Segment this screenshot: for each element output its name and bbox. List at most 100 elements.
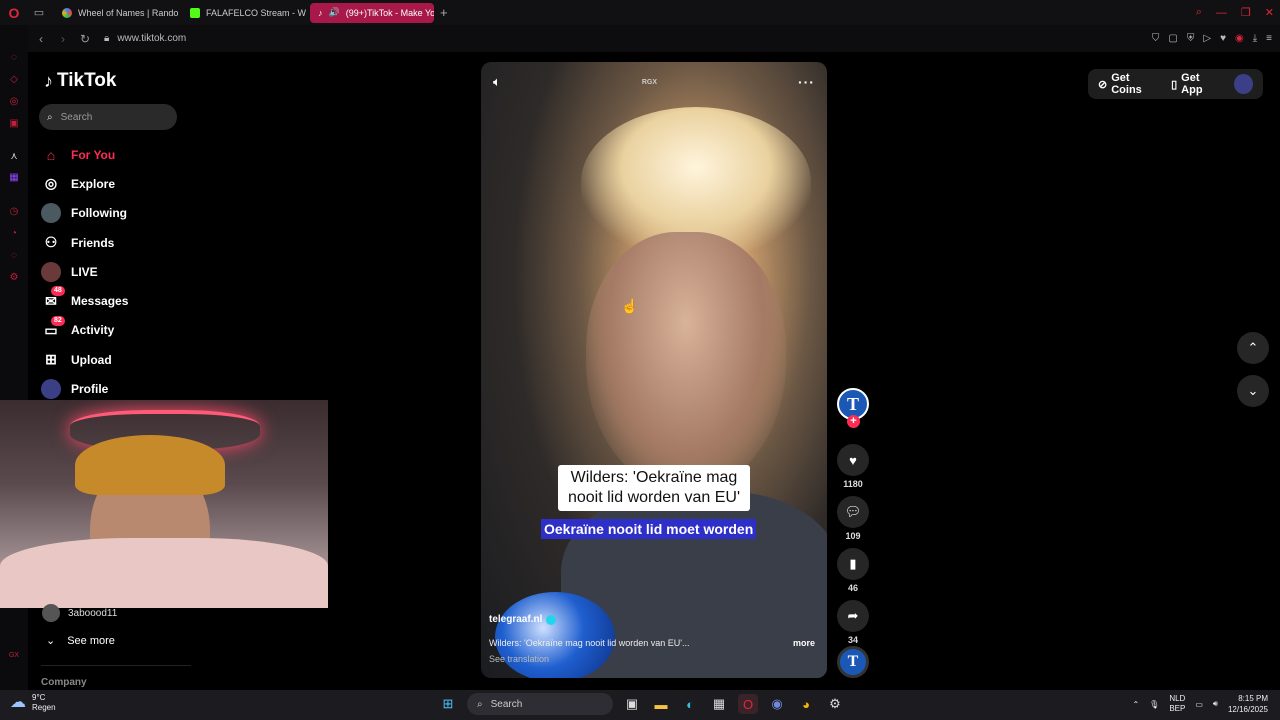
settings-app-icon[interactable]: ⚙ (825, 694, 845, 714)
nav-label: Explore (71, 176, 116, 191)
profile-icon[interactable]: ◉ (1235, 33, 1244, 44)
company-heading[interactable]: Company (41, 677, 87, 688)
shop-icon[interactable]: ◇ (8, 74, 20, 86)
follow-plus-button[interactable]: + (847, 415, 860, 428)
chat-icon[interactable]: ◌ (8, 250, 20, 262)
task-view-icon[interactable]: ▣ (622, 694, 642, 714)
get-coins-button[interactable]: ⊘ Get Coins (1098, 72, 1159, 96)
video-caption-overlay: Wilders: 'Oekraïne mag nooit lid worden … (558, 465, 750, 511)
tab-menu-icon[interactable]: ▭ (28, 0, 50, 25)
nav-friends[interactable]: ⚇ Friends (41, 228, 128, 257)
previous-video-button[interactable]: ⌃ (1237, 332, 1269, 364)
nav-label: Friends (71, 235, 115, 250)
clock-icon[interactable]: ◔ (8, 228, 20, 240)
menu-icon[interactable]: ≡ (1266, 33, 1272, 44)
edge-icon[interactable]: ◐ (680, 694, 700, 714)
comment-icon: 💬︎ (837, 496, 869, 528)
start-button[interactable]: ⊞ (438, 694, 458, 714)
tiktok-logo[interactable]: ♪ TikTok (44, 70, 116, 92)
speaker-icon[interactable]: 🔊 (329, 7, 340, 18)
nav-label: LIVE (71, 264, 98, 279)
nav-label: Upload (71, 352, 112, 367)
kick-favicon-icon (190, 7, 200, 18)
next-video-button[interactable]: ⌄ (1237, 375, 1269, 407)
search-icon: ⌕ (47, 111, 53, 123)
nav-following[interactable]: Following (41, 199, 128, 228)
browser-tab-kick-stream[interactable]: FALAFELCO Stream - Wa (182, 3, 306, 23)
see-more-button[interactable]: ⌄ See more (46, 634, 115, 648)
forward-button[interactable]: › (54, 32, 72, 46)
aria-icon[interactable]: ◌ (8, 52, 20, 64)
verified-icon (546, 614, 557, 625)
volume-icon[interactable]: 🔈︎ (493, 74, 501, 90)
nav-upload[interactable]: ⊞ Upload (41, 345, 128, 374)
opera-gx-icon[interactable]: O (738, 694, 758, 714)
clock[interactable]: 8:15 PM 12/16/2025 (1228, 693, 1268, 715)
following-avatar-icon (41, 203, 61, 224)
video-author[interactable]: telegraaf.nl (489, 614, 557, 625)
download-icon[interactable]: ⤓ (1253, 33, 1257, 44)
new-tab-button[interactable]: + (440, 5, 448, 20)
home-icon: ⌂ (46, 146, 56, 163)
chevron-up-icon[interactable]: ⌃ (1132, 700, 1139, 709)
nav-live[interactable]: LIVE (41, 257, 128, 286)
profile-avatar-icon (41, 379, 61, 400)
snapshot-icon[interactable]: ▢ (1168, 33, 1177, 44)
discord-icon[interactable]: ◉ (767, 694, 787, 714)
opera-logo-icon[interactable]: O (0, 0, 28, 25)
close-window-button[interactable]: ✕ (1265, 6, 1274, 19)
language-indicator[interactable]: NLD BEP (1169, 694, 1185, 714)
share-action[interactable]: ➦ 34 (836, 600, 870, 645)
taskbar-search[interactable]: ⌕ Search (467, 693, 613, 715)
description-more-button[interactable]: more (793, 638, 815, 648)
nav-for-you[interactable]: ⌂ For You (41, 140, 128, 169)
chrome-icon[interactable]: ◕ (796, 694, 816, 714)
nav-explore[interactable]: ◎ Explore (41, 169, 128, 198)
nav-messages[interactable]: ✉ 48 Messages (41, 286, 128, 315)
store-icon[interactable]: ▦ (709, 694, 729, 714)
mail-icon[interactable]: ▣ (8, 118, 20, 130)
gx-icon[interactable]: ⋏ (8, 151, 20, 163)
following-account[interactable]: 3aboood11 (42, 604, 117, 622)
search-input[interactable]: ⌕ Search (39, 104, 177, 130)
shield-icon[interactable]: ⛨ (1187, 33, 1195, 44)
weather-desc: Regen (32, 703, 56, 712)
heart-icon[interactable]: ♥ (1220, 33, 1226, 44)
more-options-icon[interactable]: ··· (798, 74, 815, 90)
history-icon[interactable]: ◷ (8, 206, 20, 218)
comment-action[interactable]: 💬︎ 109 (836, 496, 870, 541)
messenger-icon[interactable]: ◎ (8, 96, 20, 108)
reload-button[interactable]: ↻ (76, 32, 94, 46)
nav-label: Profile (71, 382, 109, 397)
see-translation-button[interactable]: See translation (489, 654, 549, 664)
upload-icon: ⊞ (45, 351, 57, 368)
volume-icon[interactable]: 🔊︎ (1213, 699, 1218, 709)
get-app-button[interactable]: ▯ Get App (1171, 72, 1220, 96)
bookmark-icon[interactable]: ⛉ (1152, 33, 1160, 44)
browser-tab-tiktok[interactable]: ♪ 🔊 (99+)TikTok - Make Yo (310, 2, 434, 23)
nav-label: Following (71, 206, 127, 221)
save-action[interactable]: ▮ 46 (836, 548, 870, 593)
user-avatar[interactable] (1234, 74, 1253, 94)
like-action[interactable]: ♥ 1180 (836, 444, 870, 489)
play-icon[interactable]: ▷ (1203, 33, 1211, 44)
display-icon[interactable]: ▭ (1195, 700, 1203, 709)
url-field[interactable]: 🔒︎ www.tiktok.com (104, 33, 186, 44)
minimize-button[interactable]: — (1216, 7, 1227, 19)
lang-top: NLD (1169, 694, 1186, 703)
gx-corner-icon[interactable]: GX (8, 650, 20, 662)
microphone-icon[interactable]: 🎙︎ (1149, 700, 1159, 709)
chevron-down-icon: ⌄ (46, 635, 56, 647)
video-watermark: RGX (641, 78, 657, 86)
search-tabs-icon[interactable]: ⌕ (1196, 6, 1202, 19)
browser-tab-wheel-of-names[interactable]: Wheel of Names | Rando (54, 3, 178, 23)
file-explorer-icon[interactable]: ▬ (651, 694, 671, 714)
weather-widget[interactable]: ☁ 9°C Regen (10, 693, 56, 713)
settings-icon[interactable]: ⚙ (8, 272, 20, 284)
restore-button[interactable]: ❐ (1241, 6, 1251, 19)
nav-activity[interactable]: ▭ 82 Activity (41, 315, 128, 345)
twitch-icon[interactable]: ▦ (8, 172, 20, 184)
music-disc-icon[interactable]: T (837, 646, 869, 678)
video-player[interactable]: 🔈︎ RGX ··· Wilders: 'Oekraïne mag nooit … (481, 62, 827, 678)
back-button[interactable]: ‹ (32, 32, 50, 46)
